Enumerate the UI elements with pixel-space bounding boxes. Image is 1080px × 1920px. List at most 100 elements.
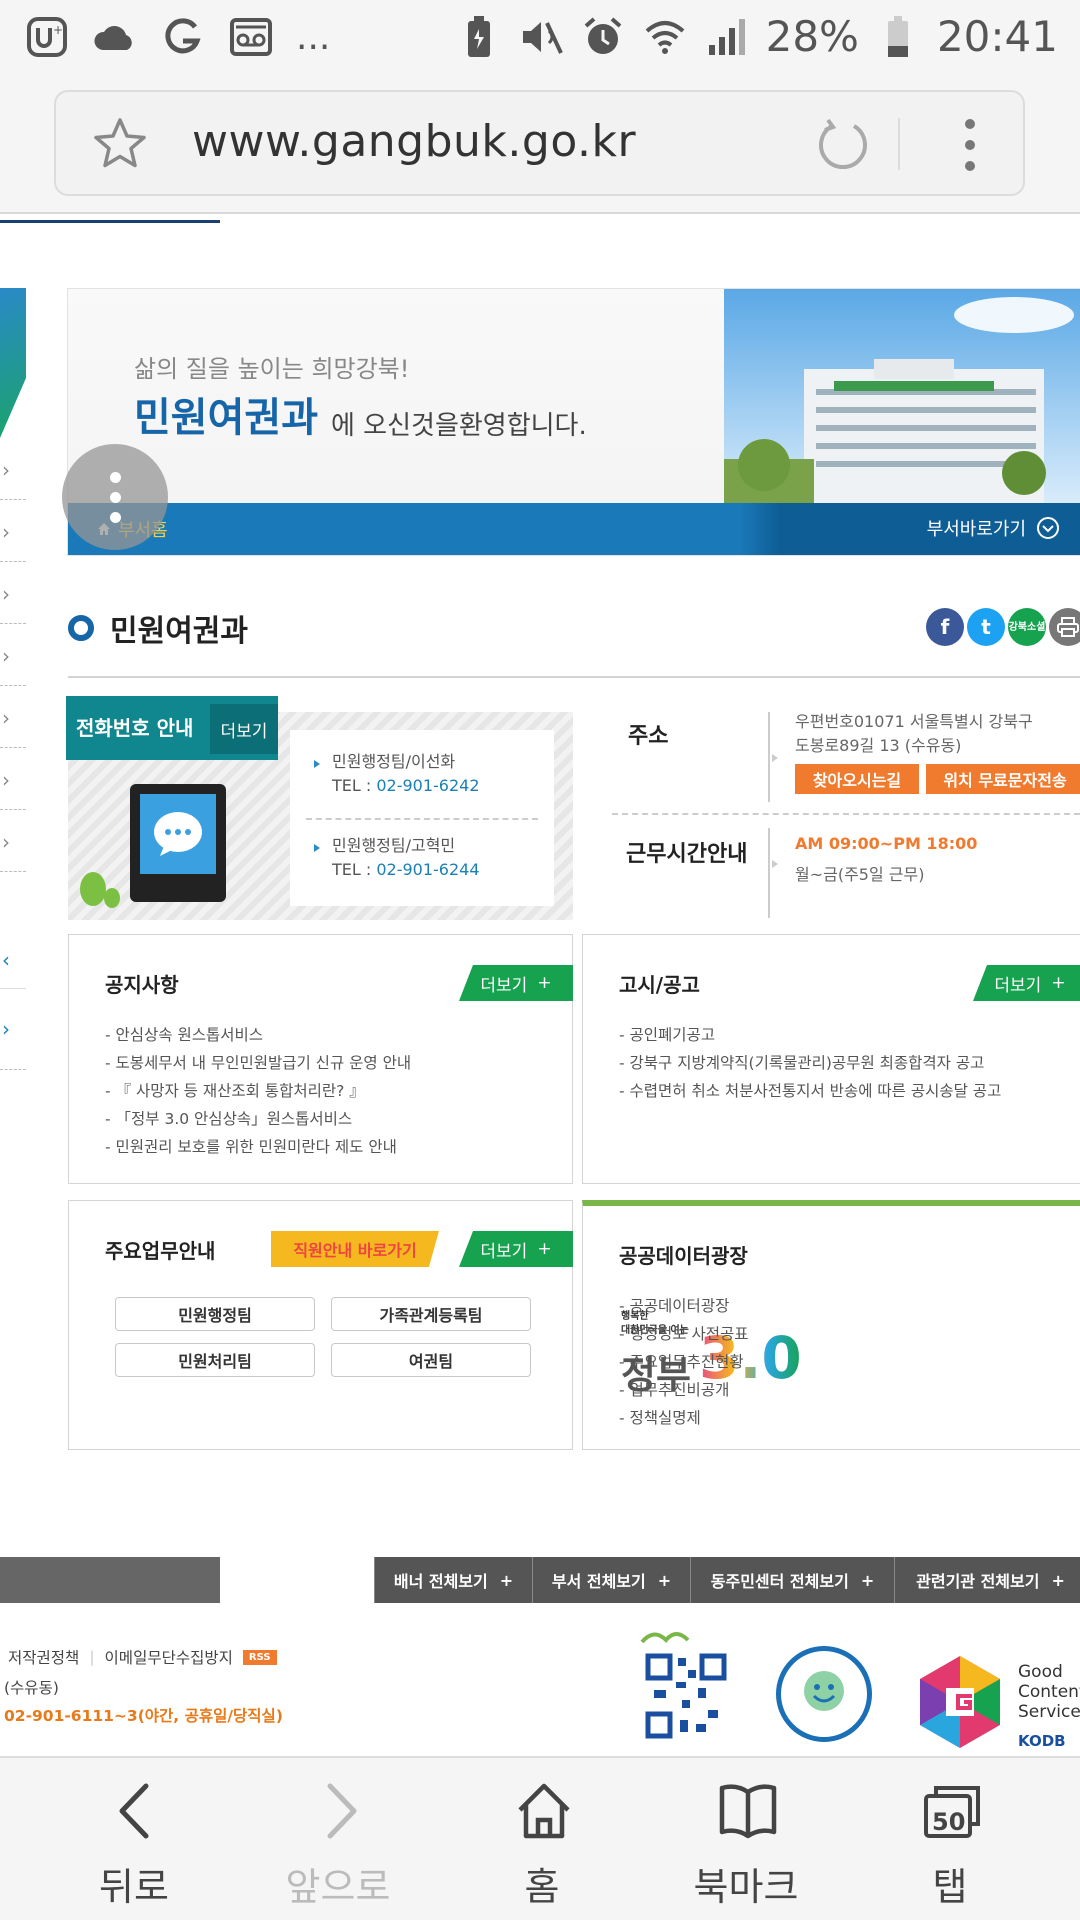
announcement-more-button[interactable]: 더보기 + bbox=[973, 965, 1080, 1001]
address-line-1: 우편번호01071 서울특별시 강북구 bbox=[795, 712, 1033, 731]
left-nav-item[interactable]: › bbox=[0, 438, 26, 500]
team-button[interactable]: 민원행정팀 bbox=[115, 1297, 315, 1331]
dept-banner: 삶의 질을 높이는 희망강북! 민원여권과 에 오신것을환영합니다. 부서홈 bbox=[67, 288, 1080, 556]
browser-toolbar: www.gangbuk.go.kr bbox=[0, 76, 1080, 214]
tabs-button[interactable]: 50 탭 bbox=[850, 1758, 1050, 1920]
smartphone-illustration bbox=[130, 784, 226, 902]
phone-entry-name: 민원행정팀/이선화 bbox=[332, 752, 456, 771]
tel-label: TEL : bbox=[332, 776, 377, 795]
bookmarks-label: 북마크 bbox=[693, 1865, 799, 1909]
announcement-more-label: 더보기 bbox=[994, 975, 1042, 996]
main-work-more-button[interactable]: 더보기 + bbox=[459, 1231, 573, 1267]
team-button[interactable]: 가족관계등록팀 bbox=[331, 1297, 531, 1331]
more-menu-icon[interactable] bbox=[956, 114, 984, 176]
section-divider bbox=[68, 676, 1080, 678]
floating-menu-button[interactable] bbox=[62, 444, 168, 550]
dept-shortcut-dropdown[interactable]: 부서바로가기 bbox=[927, 515, 1060, 541]
work-hours-time: AM 09:00~PM 18:00 bbox=[795, 834, 978, 853]
voicemail-icon bbox=[228, 14, 274, 60]
address-bar[interactable]: www.gangbuk.go.kr bbox=[54, 90, 1025, 196]
team-button[interactable]: 여권팀 bbox=[331, 1343, 531, 1377]
announcement-list: - 공인폐기공고 - 강북구 지방계약직(기록물관리)공무원 최종합격자 공고 … bbox=[619, 1021, 1001, 1105]
location-sms-button[interactable]: 위치 무료문자전송 bbox=[926, 764, 1080, 794]
footer-tab-label: 배너 전체보기 bbox=[393, 1572, 488, 1591]
footer-links: 저작권정책 | 이메일무단수집방지 RSS bbox=[8, 1646, 277, 1668]
announcement-item[interactable]: - 수렵면허 취소 처분사전통지서 반송에 따른 공시송달 공고 bbox=[619, 1077, 1001, 1105]
city-hall-image bbox=[724, 289, 1080, 503]
gcs-text-line: Service bbox=[1018, 1702, 1080, 1722]
footer-tab-label: 부서 전체보기 bbox=[551, 1572, 646, 1591]
notice-item[interactable]: - 「정부 3.0 안심상속」원스톱서비스 bbox=[105, 1105, 411, 1133]
phone-number-link[interactable]: 02-901-6242 bbox=[376, 776, 479, 795]
info-dash-divider bbox=[612, 813, 1080, 815]
facebook-icon[interactable]: f bbox=[926, 608, 964, 646]
bookmark-star-icon[interactable] bbox=[92, 116, 148, 172]
rss-icon[interactable]: RSS bbox=[242, 1649, 277, 1665]
email-policy-link[interactable]: 이메일무단수집방지 bbox=[105, 1646, 233, 1668]
left-nav-item[interactable]: › bbox=[0, 624, 26, 686]
chevron-right-icon: › bbox=[2, 1017, 10, 1041]
main-work-box: 주요업무안내 직원안내 바로가기 더보기 + 민원행정팀 가족관계등록팀 민원처리… bbox=[68, 1200, 573, 1450]
public-data-links: - 공공데이터광장 - 행정정보 사전공표 - 주요업무추진현황 - 업무추진비… bbox=[619, 1292, 749, 1432]
good-content-service-logo[interactable] bbox=[912, 1654, 1008, 1750]
dept-shortcut-label: 부서바로가기 bbox=[926, 519, 1026, 540]
u-plus-icon: + bbox=[24, 14, 70, 60]
public-data-link[interactable]: - 정책실명제 bbox=[619, 1404, 749, 1432]
phone-list-card: 민원행정팀/이선화 TEL : 02-901-6242 민원행정팀/고혁민 TE… bbox=[290, 730, 554, 906]
footer-tel: 02-901-6111~3(야간, 공휴일/당직실) bbox=[4, 1707, 283, 1725]
team-button[interactable]: 민원처리팀 bbox=[115, 1343, 315, 1377]
phone-number-link[interactable]: 02-901-6244 bbox=[376, 860, 479, 879]
copyright-policy-link[interactable]: 저작권정책 bbox=[8, 1646, 79, 1668]
forward-label: 앞으로 bbox=[285, 1865, 391, 1909]
reload-icon[interactable] bbox=[814, 116, 872, 174]
notice-item[interactable]: - 민원권리 보호를 위한 민원미란다 제도 안내 bbox=[105, 1133, 411, 1161]
gcs-text-line: Content bbox=[1018, 1682, 1080, 1702]
phone-entry-divider bbox=[306, 818, 538, 820]
directions-button[interactable]: 찾아오시는길 bbox=[795, 764, 919, 794]
footer-tab-banners[interactable]: 배너 전체보기 + bbox=[374, 1557, 532, 1603]
notice-item[interactable]: - 『 사망자 등 재산조회 통합처리란? 』 bbox=[105, 1077, 411, 1105]
left-nav-item[interactable]: › bbox=[0, 500, 26, 562]
left-nav-item[interactable]: › bbox=[0, 810, 26, 872]
footer-tab-related-orgs[interactable]: 관련기관 전체보기 + bbox=[894, 1557, 1080, 1603]
left-nav-item[interactable]: › bbox=[0, 562, 26, 624]
chevron-right-icon: › bbox=[2, 458, 10, 482]
link-separator: | bbox=[89, 1648, 95, 1666]
left-nav-item[interactable]: › bbox=[0, 748, 26, 810]
footer-address: (수유동) bbox=[4, 1679, 59, 1697]
left-nav-item[interactable]: ‹ bbox=[0, 938, 26, 988]
staff-directory-button[interactable]: 직원안내 바로가기 bbox=[271, 1231, 439, 1267]
phone-more-button[interactable]: 더보기 bbox=[210, 704, 278, 754]
notice-item[interactable]: - 도봉세무서 내 무인민원발급기 신규 운영 안내 bbox=[105, 1049, 411, 1077]
print-icon[interactable] bbox=[1049, 608, 1080, 646]
url-text[interactable]: www.gangbuk.go.kr bbox=[192, 116, 636, 167]
forward-button[interactable]: 앞으로 bbox=[238, 1758, 438, 1920]
bullet-arrow-icon bbox=[314, 844, 320, 852]
notice-more-button[interactable]: 더보기 + bbox=[459, 965, 573, 1001]
announcement-item[interactable]: - 강북구 지방계약직(기록물관리)공무원 최종합격자 공고 bbox=[619, 1049, 1001, 1077]
public-data-link[interactable]: - 주요업무추진현황 bbox=[619, 1348, 749, 1376]
back-button[interactable]: 뒤로 bbox=[34, 1758, 234, 1920]
home-label: 홈 bbox=[524, 1865, 560, 1909]
book-icon bbox=[719, 1784, 777, 1839]
banner-welcome: 에 오신것을환영합니다. bbox=[331, 411, 587, 441]
announcement-item[interactable]: - 공인폐기공고 bbox=[619, 1021, 1001, 1049]
public-data-link[interactable]: - 공공데이터광장 bbox=[619, 1292, 749, 1320]
section-title: 민원여권과 bbox=[68, 606, 248, 650]
left-nav-item[interactable]: › bbox=[0, 988, 26, 1070]
left-nav-item[interactable]: › bbox=[0, 686, 26, 748]
public-data-link[interactable]: - 행정정보 사전공표 bbox=[619, 1320, 749, 1348]
gangbuk-social-icon[interactable]: 강북소셜 bbox=[1008, 608, 1046, 646]
banner-slogan: 삶의 질을 높이는 희망강북! bbox=[134, 355, 410, 383]
best-service-badge-icon[interactable] bbox=[776, 1646, 872, 1742]
home-button[interactable]: 홈 bbox=[442, 1758, 642, 1920]
footer-tab-departments[interactable]: 부서 전체보기 + bbox=[532, 1557, 690, 1603]
address-line-2: 도봉로89길 13 (수유동) bbox=[795, 736, 962, 755]
public-data-link[interactable]: - 업무추진비공개 bbox=[619, 1376, 749, 1404]
footer-tab-community-centers[interactable]: 동주민센터 전체보기 + bbox=[690, 1557, 894, 1603]
banner-nav-bar: 부서홈 부서바로가기 bbox=[68, 503, 1080, 555]
qr-code-icon[interactable] bbox=[638, 1624, 734, 1744]
twitter-icon[interactable]: t bbox=[967, 608, 1005, 646]
notice-item[interactable]: - 안심상속 원스톱서비스 bbox=[105, 1021, 411, 1049]
bookmarks-button[interactable]: 북마크 bbox=[646, 1758, 846, 1920]
